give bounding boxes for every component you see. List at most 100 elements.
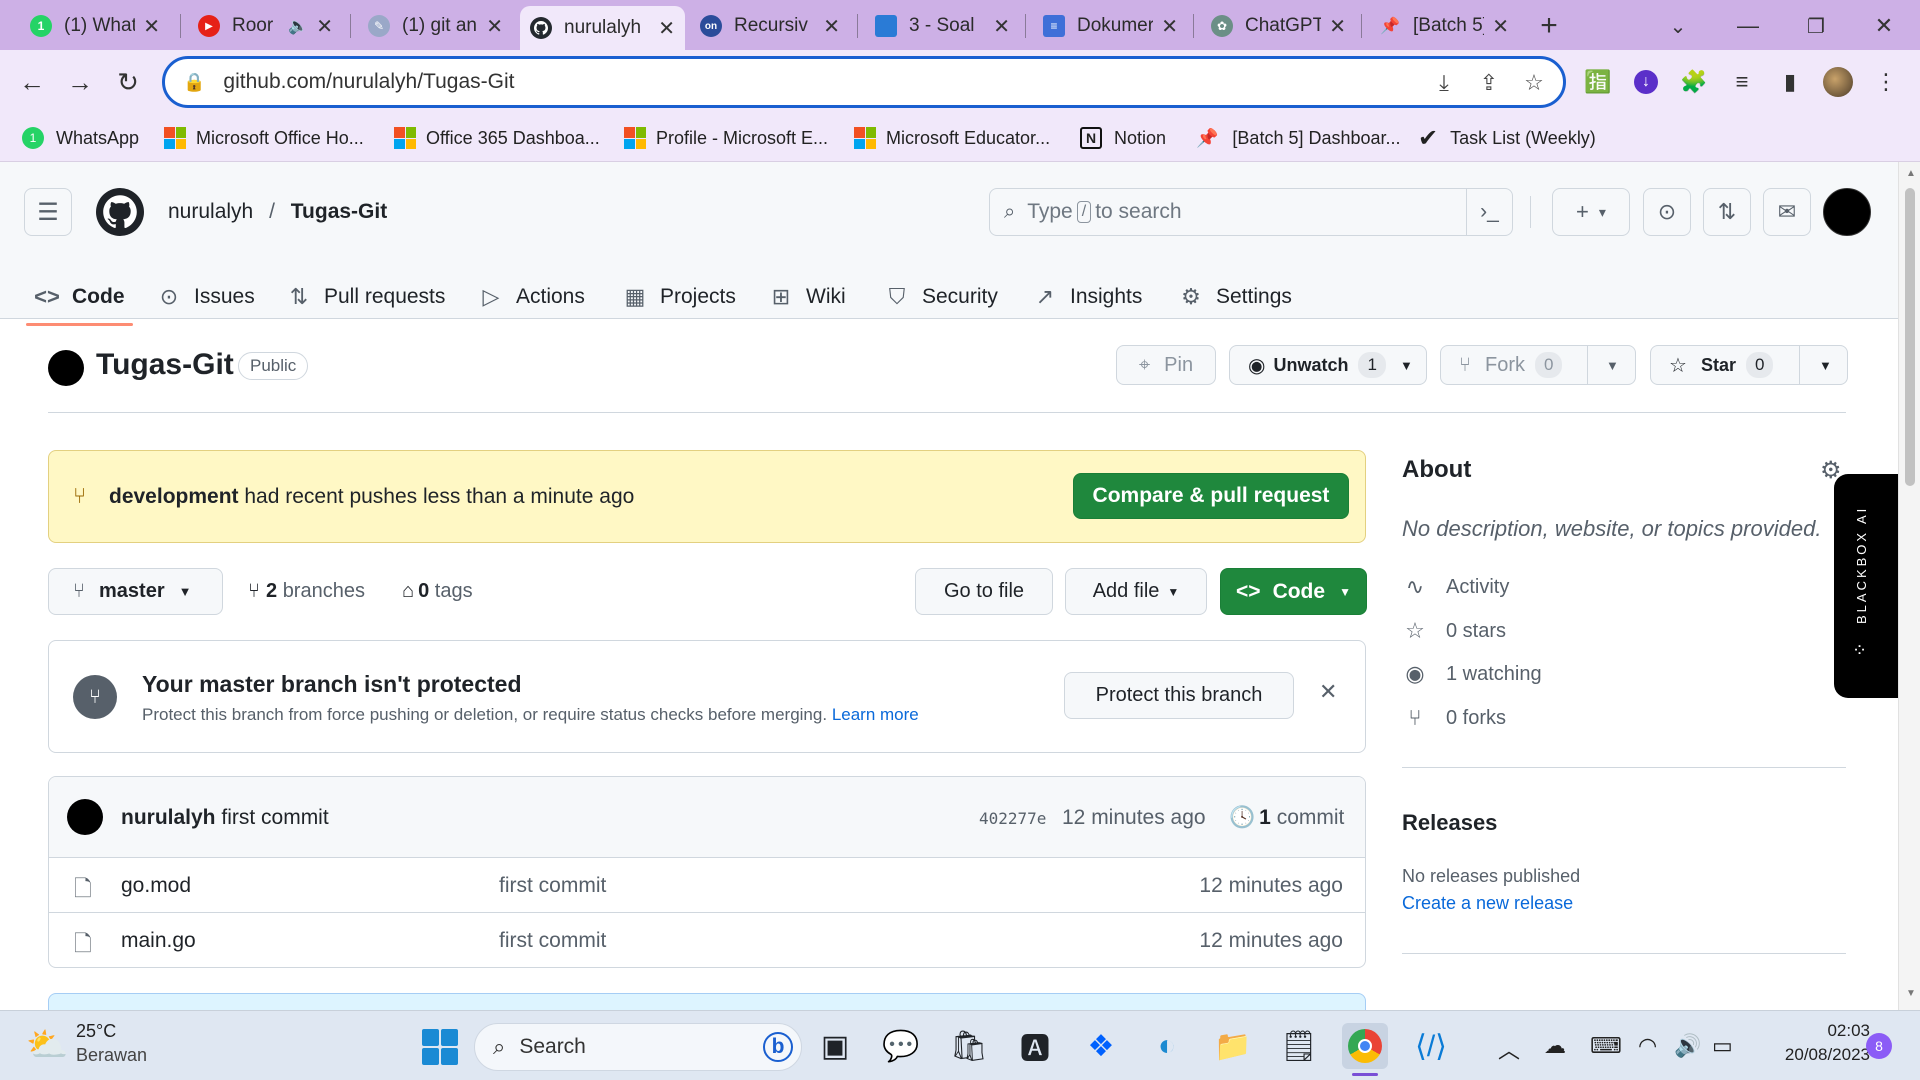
bookmark-star-icon[interactable]: ☆: [1520, 69, 1548, 97]
close-icon[interactable]: ✕: [143, 14, 160, 39]
star-button[interactable]: ☆ Star 0 ▼: [1650, 345, 1848, 385]
file-commit-message[interactable]: first commit: [499, 874, 606, 898]
browser-tab[interactable]: ✎ (1) git an ✕: [358, 6, 513, 46]
repo-title[interactable]: Tugas-Git: [96, 348, 234, 382]
bing-icon[interactable]: b: [763, 1032, 793, 1062]
commit-sha[interactable]: 402277e: [979, 809, 1046, 828]
scroll-up-icon[interactable]: ▲: [1906, 168, 1916, 179]
learn-more-link[interactable]: Learn more: [832, 705, 919, 724]
issues-icon[interactable]: ⊙: [1643, 188, 1691, 236]
close-icon[interactable]: ✕: [823, 14, 840, 39]
search-input[interactable]: ⌕ Type / to search ›_: [989, 188, 1513, 236]
onedrive-cloud-icon[interactable]: ☁: [1544, 1033, 1566, 1059]
bookmark-notion[interactable]: N Notion: [1080, 124, 1166, 152]
create-release-link[interactable]: Create a new release: [1402, 893, 1573, 914]
back-button[interactable]: ←: [12, 62, 52, 102]
browser-tab[interactable]: ≡ Dokumer ✕: [1033, 6, 1188, 46]
restore-button[interactable]: ❐: [1796, 6, 1836, 46]
close-icon[interactable]: ✕: [486, 14, 503, 39]
taskbar-search-input[interactable]: ⌕ Search b: [474, 1023, 802, 1071]
file-name[interactable]: main.go: [121, 929, 196, 953]
new-tab-button[interactable]: +: [1529, 6, 1569, 46]
page-scrollbar[interactable]: ▲ ▼: [1898, 162, 1920, 1010]
extensions-puzzle-icon[interactable]: 🧩: [1676, 64, 1712, 100]
bookmark-task-list[interactable]: ✔ Task List (Weekly): [1418, 124, 1596, 152]
pull-requests-icon[interactable]: ⇅: [1703, 188, 1751, 236]
watching-link[interactable]: ◉ 1 watching: [1402, 659, 1541, 689]
battery-icon[interactable]: ▭: [1712, 1033, 1733, 1059]
share-icon[interactable]: ⇪: [1475, 69, 1503, 97]
weather-temperature[interactable]: 25°C: [76, 1021, 116, 1042]
close-icon[interactable]: ✕: [1319, 679, 1337, 705]
add-file-button[interactable]: Add file ▼: [1065, 568, 1207, 615]
tab-issues[interactable]: ⊙ Issues: [156, 272, 255, 322]
translate-extension-icon[interactable]: 🈯: [1580, 64, 1616, 100]
branch-select-button[interactable]: ⑂ master ▼: [48, 568, 223, 615]
close-icon[interactable]: ✕: [1492, 14, 1509, 39]
browser-tab[interactable]: 📌 [Batch 5] ✕: [1369, 6, 1519, 46]
github-logo-icon[interactable]: [96, 188, 144, 236]
commits-history-link[interactable]: 🕓 1 commit: [1229, 806, 1344, 830]
unwatch-button[interactable]: ◉ Unwatch 1 ▼: [1229, 345, 1427, 385]
code-dropdown-button[interactable]: <> Code ▼: [1220, 568, 1367, 615]
repo-link[interactable]: Tugas-Git: [291, 200, 387, 223]
tab-pull-requests[interactable]: ⇅ Pull requests: [286, 272, 446, 322]
edge-browser-icon[interactable]: ◐: [1144, 1023, 1190, 1069]
activity-link[interactable]: ∿ Activity: [1402, 572, 1510, 602]
create-new-button[interactable]: + ▾: [1552, 188, 1630, 236]
tags-link[interactable]: ⌂ 0 tags: [402, 580, 473, 603]
minimize-button[interactable]: —: [1728, 6, 1768, 46]
dropbox-icon[interactable]: ❖: [1078, 1023, 1124, 1069]
tab-settings[interactable]: ⚙ Settings: [1178, 272, 1292, 322]
bookmark-whatsapp[interactable]: 1 WhatsApp: [22, 124, 139, 152]
file-name[interactable]: go.mod: [121, 874, 191, 898]
browser-tab[interactable]: 3 - Soal ✕: [865, 6, 1020, 46]
user-avatar[interactable]: [1823, 188, 1871, 236]
amazon-icon[interactable]: 🅰: [1012, 1023, 1058, 1069]
chrome-browser-icon[interactable]: [1342, 1023, 1388, 1069]
bookmark-office-home[interactable]: Microsoft Office Ho...: [164, 124, 364, 152]
forward-button[interactable]: →: [60, 62, 100, 102]
bookmark-batch5-dashboard[interactable]: 📌 [Batch 5] Dashboar...: [1196, 124, 1401, 152]
protect-branch-button[interactable]: Protect this branch: [1064, 672, 1294, 719]
close-icon[interactable]: ✕: [1161, 14, 1178, 39]
command-palette-icon[interactable]: ›_: [1466, 189, 1512, 235]
tab-code[interactable]: <> Code: [26, 272, 132, 326]
show-hidden-icons-chevron-icon[interactable]: ︿: [1498, 1033, 1520, 1065]
media-control-icon[interactable]: ≡: [1724, 64, 1760, 100]
compare-pull-request-button[interactable]: Compare & pull request: [1073, 473, 1349, 519]
owner-link[interactable]: nurulalyh: [168, 200, 253, 223]
branch-name[interactable]: development: [109, 485, 239, 508]
bookmark-office365[interactable]: Office 365 Dashboa...: [394, 124, 600, 152]
clock-time[interactable]: 02:03: [1762, 1021, 1870, 1041]
wifi-icon[interactable]: ◠: [1638, 1033, 1657, 1059]
tab-wiki[interactable]: ⊞ Wiki: [768, 272, 846, 322]
weather-cloud-icon[interactable]: ⛅: [26, 1025, 68, 1065]
reload-button[interactable]: ↻: [108, 62, 148, 102]
window-close-button[interactable]: ✕: [1864, 6, 1904, 46]
browser-tab[interactable]: on Recursiv ✕: [690, 6, 850, 46]
keyboard-icon[interactable]: ⌨: [1590, 1033, 1622, 1059]
tab-actions[interactable]: ▷ Actions: [478, 272, 585, 322]
close-icon[interactable]: ✕: [316, 14, 333, 39]
tab-insights[interactable]: ↗ Insights: [1032, 272, 1143, 322]
file-commit-message[interactable]: first commit: [499, 929, 606, 953]
pin-button[interactable]: ⌖ Pin: [1116, 345, 1216, 385]
close-icon[interactable]: ✕: [658, 16, 675, 41]
fork-button[interactable]: ⑂ Fork 0 ▼: [1440, 345, 1636, 385]
bookmark-microsoft-educator[interactable]: Microsoft Educator...: [854, 124, 1050, 152]
address-bar[interactable]: 🔒 github.com/nurulalyh/Tugas-Git ⤓ ⇪ ☆: [162, 56, 1566, 108]
profile-avatar[interactable]: [1820, 64, 1856, 100]
close-icon[interactable]: ✕: [993, 14, 1010, 39]
task-view-icon[interactable]: ▣: [812, 1023, 858, 1069]
install-icon[interactable]: ⤓: [1430, 69, 1458, 97]
sticky-notes-icon[interactable]: 🗒: [1276, 1023, 1322, 1069]
teams-chat-icon[interactable]: 💬: [878, 1023, 924, 1069]
chrome-menu-icon[interactable]: ⋮: [1868, 64, 1904, 100]
browser-tab-active[interactable]: nurulalyh ✕: [520, 6, 685, 50]
bookmark-profile-microsoft[interactable]: Profile - Microsoft E...: [624, 124, 828, 152]
download-extension-icon[interactable]: ↓: [1628, 64, 1664, 100]
chevron-down-icon[interactable]: ▼: [1819, 358, 1832, 373]
tab-security[interactable]: ⛉ Security: [884, 272, 998, 322]
side-panel-icon[interactable]: ▮: [1772, 64, 1808, 100]
